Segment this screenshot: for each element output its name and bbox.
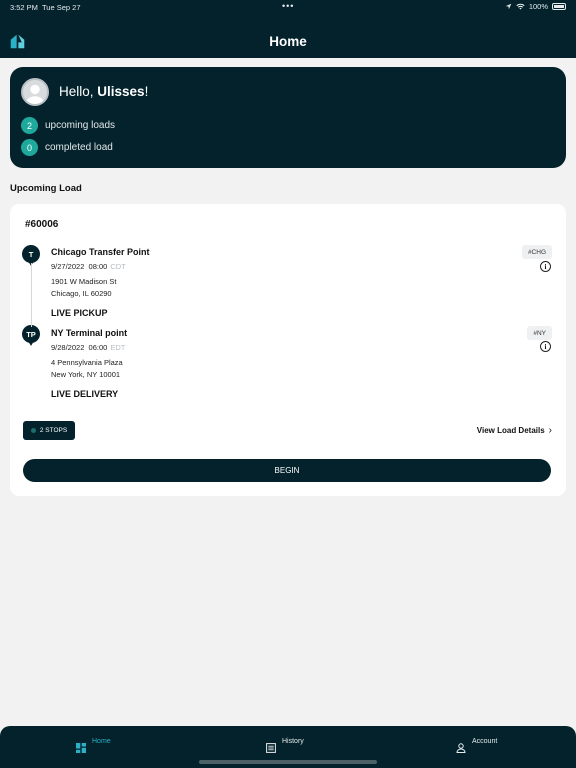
- stop-timezone: CDT: [110, 262, 126, 271]
- history-list-icon: [266, 743, 276, 753]
- battery-percent: 100%: [528, 2, 548, 11]
- tab-history[interactable]: History: [266, 738, 304, 753]
- stops-badge[interactable]: 2 STOPS: [23, 421, 75, 440]
- stop-kind: LIVE PICKUP: [51, 308, 108, 318]
- wifi-icon: [516, 3, 525, 10]
- status-date: Tue Sep 27: [42, 3, 81, 12]
- stop-address: 1901 W Madison St Chicago, IL 60290: [51, 276, 116, 300]
- tab-account[interactable]: Account: [456, 738, 497, 753]
- stop-name: Chicago Transfer Point: [51, 247, 150, 257]
- greeting-suffix: !: [144, 84, 149, 99]
- home-indicator[interactable]: [199, 760, 377, 764]
- greeting-text: Hello, Ulisses!: [59, 84, 148, 99]
- stop-date: 9/28/2022: [51, 343, 85, 352]
- status-right: 100%: [505, 2, 566, 11]
- person-icon: [456, 743, 466, 753]
- stop-address-line1: 4 Pennsylvania Plaza: [51, 358, 123, 367]
- section-title: Upcoming Load: [10, 183, 82, 194]
- begin-button[interactable]: BEGIN: [23, 459, 551, 482]
- stop-time: 08:00: [88, 262, 108, 271]
- stop-address-line2: Chicago, IL 60290: [51, 289, 112, 298]
- stop-datetime: 9/28/2022 06:00 EDT: [51, 343, 125, 352]
- load-card[interactable]: #60006 T Chicago Transfer Point 9/27/202…: [10, 204, 566, 496]
- multitasking-dots-icon[interactable]: •••: [282, 1, 294, 11]
- load-id: #60006: [25, 219, 59, 230]
- stop-pin-icon: TP: [22, 325, 40, 347]
- tab-home-label: Home: [92, 738, 111, 745]
- avatar-person-icon: [25, 84, 45, 104]
- stop-address: 4 Pennsylvania Plaza New York, NY 10001: [51, 357, 123, 381]
- timeline-connector: [31, 263, 32, 327]
- battery-icon: [552, 3, 566, 10]
- stops-badge-label: 2 STOPS: [39, 427, 68, 434]
- view-load-details-link[interactable]: View Load Details ›: [477, 425, 552, 436]
- status-time: 3:52 PM: [10, 3, 38, 12]
- stop-address-line1: 1901 W Madison St: [51, 277, 117, 286]
- stops-dot-icon: [30, 428, 36, 433]
- stop-time: 06:00: [88, 343, 108, 352]
- completed-count-badge: 0: [21, 139, 38, 156]
- user-name: Ulisses: [97, 84, 145, 99]
- completed-label: completed load: [45, 142, 113, 153]
- stop-name: NY Terminal point: [51, 328, 128, 338]
- info-icon[interactable]: i: [540, 341, 551, 352]
- info-icon[interactable]: i: [540, 261, 551, 272]
- stop-timezone: EDT: [110, 343, 126, 352]
- completed-load-stat: 0 completed load: [21, 139, 113, 156]
- tab-home[interactable]: Home: [76, 738, 111, 753]
- home-grid-icon: [76, 743, 86, 753]
- stop-address-line2: New York, NY 10001: [51, 370, 121, 379]
- greeting-card: Hello, Ulisses! 2 upcoming loads 0 compl…: [10, 67, 566, 168]
- stop-tag: #NY: [527, 326, 552, 340]
- greeting-prefix: Hello,: [59, 84, 98, 99]
- view-load-details-label: View Load Details: [476, 426, 545, 435]
- tab-history-label: History: [282, 738, 304, 745]
- avatar[interactable]: [21, 78, 49, 106]
- stop-kind: LIVE DELIVERY: [51, 389, 119, 399]
- location-arrow-icon: [505, 3, 512, 10]
- chevron-right-icon: ›: [548, 425, 552, 436]
- upcoming-label: upcoming loads: [45, 120, 116, 131]
- tab-account-label: Account: [472, 738, 498, 745]
- top-bar: 3:52 PM Tue Sep 27 ••• 100% Home: [0, 0, 576, 58]
- upcoming-loads-stat: 2 upcoming loads: [21, 117, 115, 134]
- upcoming-count-badge: 2: [21, 117, 38, 134]
- stop-date: 9/27/2022: [51, 262, 85, 271]
- page-title: Home: [269, 34, 307, 49]
- status-bar: 3:52 PM Tue Sep 27 ••• 100%: [0, 0, 576, 14]
- stop-datetime: 9/27/2022 08:00 CDT: [51, 262, 126, 271]
- stop-tag: #CHG: [521, 245, 552, 259]
